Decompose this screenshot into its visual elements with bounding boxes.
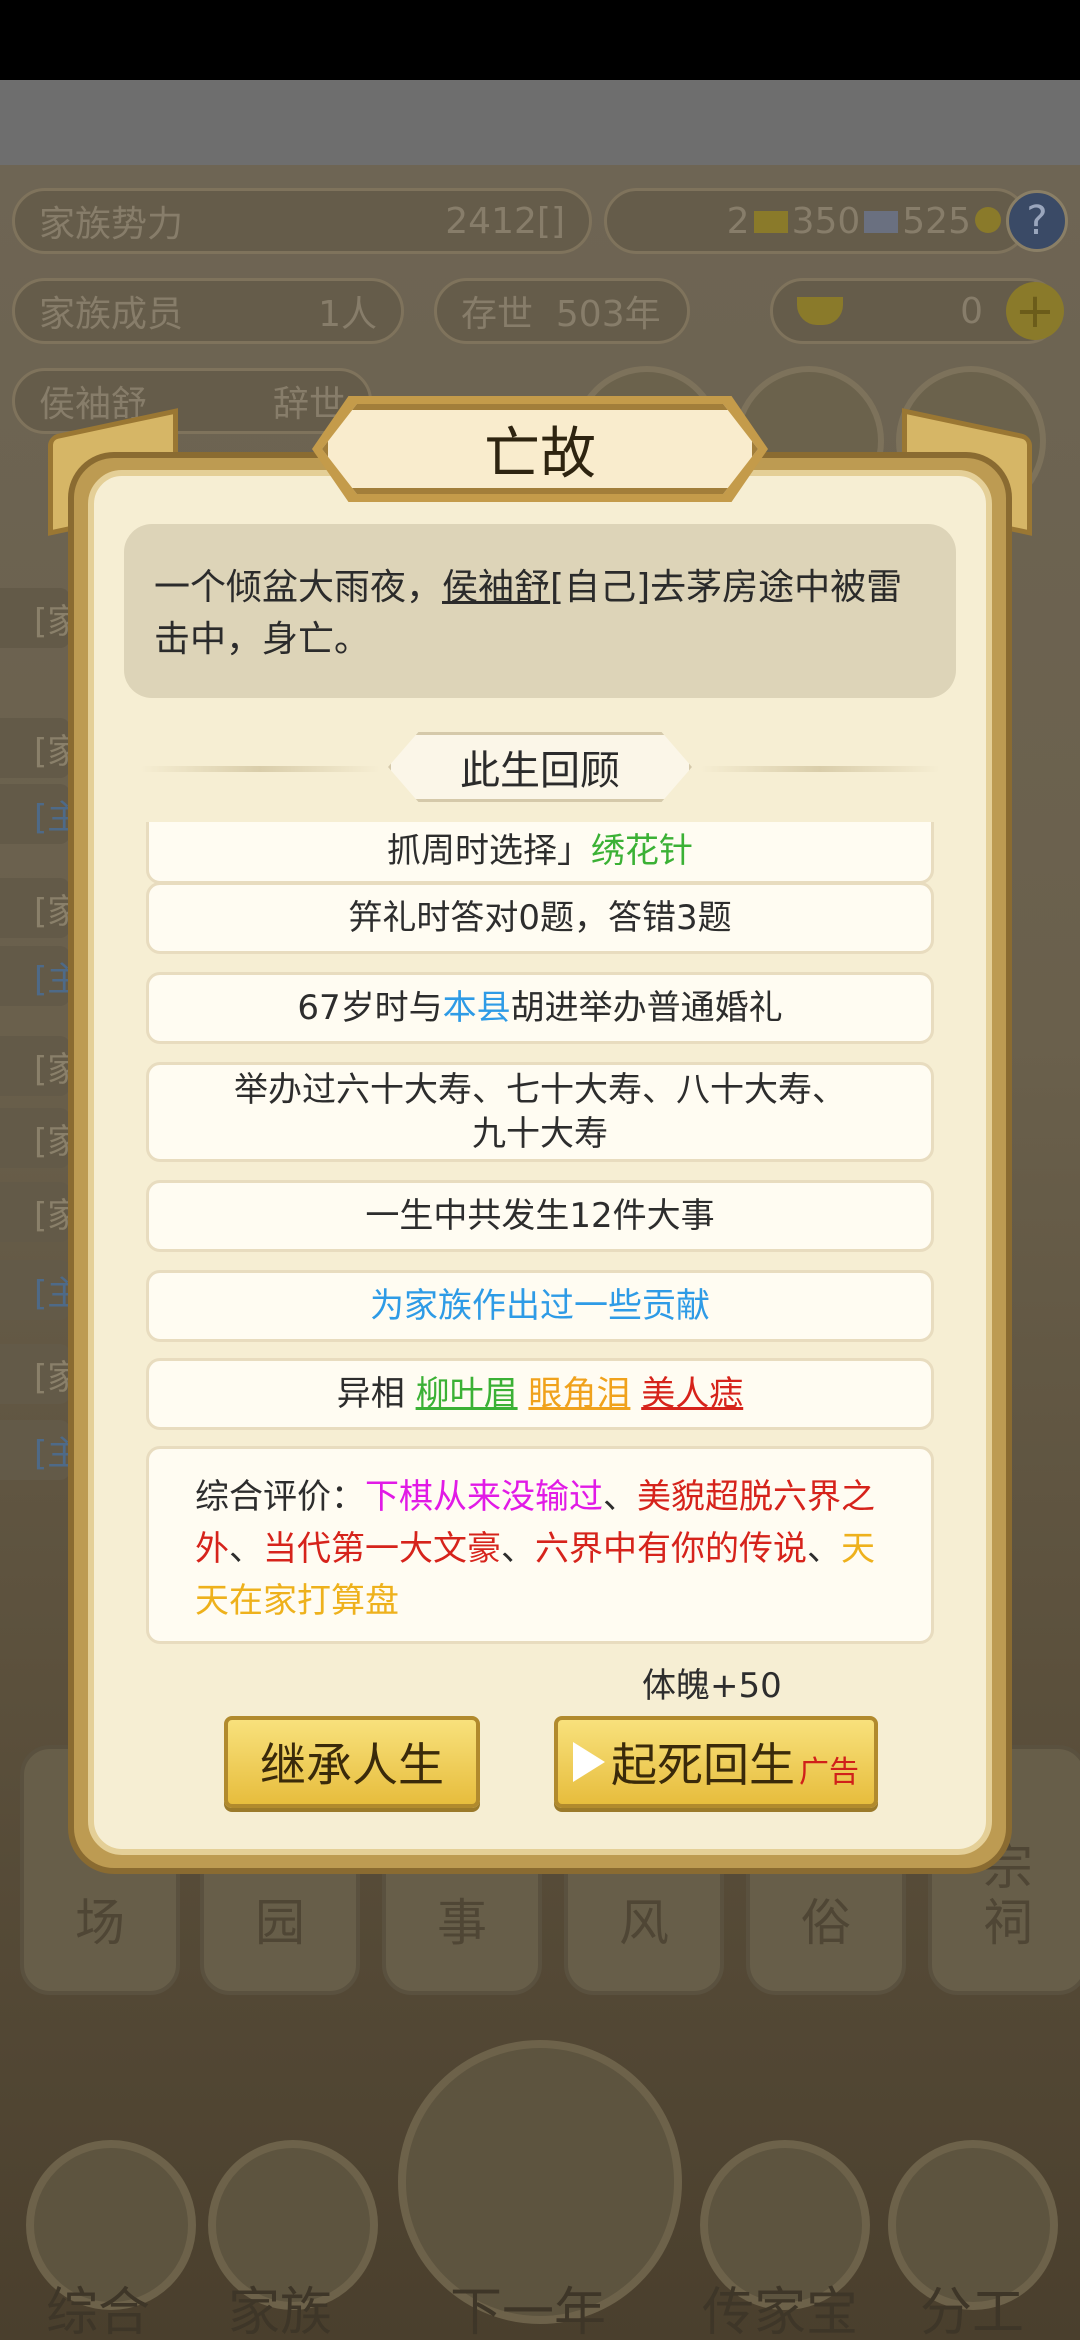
status-bar [0,0,1080,80]
life-review-list[interactable]: 抓周时选择」 绣花针 笄礼时答对0题，答错3题 67岁时与 本县 胡进举办普通婚礼 举… [146,822,936,1644]
exist-label: 存世 [461,294,534,335]
evaluation-label: 综合评价： [195,1477,365,1517]
side-log-tag: [主 [0,1260,81,1320]
item-text: 九十大寿 [472,1114,608,1154]
side-log-tag: [家 [0,1036,81,1096]
coin-icon [975,206,1001,233]
list-item: 笄礼时答对0题，答错3题 [146,882,934,954]
exist-value: 503年 [555,294,661,335]
revive-label: 起死回生 [611,1738,795,1792]
nav-label: 下一年 [450,2283,607,2340]
gold-ingot-icon [797,297,843,325]
side-log-tag: [家 [0,1182,81,1242]
trait-link[interactable]: 柳叶眉 [416,1372,518,1416]
side-log-tag: [家 [0,1108,81,1168]
item-highlight: 绣花针 [591,831,693,871]
death-description: 一个倾盆大雨夜，侯袖舒[自己]去茅房途中被雷击中，身亡。 [124,524,956,698]
section-divider-left [140,766,380,772]
item-text: 胡进举办普通婚礼 [510,988,783,1028]
inherit-life-button[interactable]: 继承人生 [224,1716,480,1808]
evaluation-box: 综合评价：下棋从来没输过、美貌超脱六界之外、当代第一大文豪、六界中有你的传说、天… [146,1446,934,1644]
item-text: 为家族作出过一些贡献 [370,1286,710,1326]
members-pill: 家族成员 1人 [12,278,404,344]
side-log-tag: [家 [0,588,81,648]
list-item: 异相 柳叶眉 眼角泪 美人痣 [146,1358,934,1430]
section-title: 此生回顾 [460,748,620,794]
item-text: 举办过六十大寿、七十大寿、八十大寿、 [234,1070,846,1110]
death-name-link[interactable]: 侯袖舒 [442,567,550,608]
members-label: 家族成员 [39,294,184,335]
nav-label: 综合 [46,2283,151,2340]
revive-bonus-text: 体魄+50 [642,1666,782,1706]
dialog-title: 亡故 [484,421,596,487]
list-item: 一生中共发生12件大事 [146,1180,934,1252]
dialog-title-plate: 亡故 [322,404,758,494]
help-icon[interactable]: ? [1006,190,1068,252]
death-text-prefix: 一个倾盆大雨夜， [154,567,443,608]
list-item: 67岁时与 本县 胡进举办普通婚礼 [146,972,934,1044]
list-item: 为家族作出过一些贡献 [146,1270,934,1342]
play-icon [573,1742,605,1782]
screen: { "top_bar": { "family_power_label": "家族… [0,0,1080,2340]
item-text: 67岁时与 [297,988,443,1028]
inherit-label: 继承人生 [260,1738,444,1792]
item-text: 一生中共发生12件大事 [365,1196,715,1236]
family-power-value: 2412[] [445,200,565,242]
evaluation-sep: 、 [807,1529,841,1569]
evaluation-sep: 、 [229,1529,263,1569]
item-text: 异相 [336,1374,405,1414]
silver-bar-icon [864,210,899,233]
evaluation-sep: 、 [603,1477,637,1517]
add-ingot-button[interactable]: + [1006,282,1064,340]
section-divider-right [700,766,940,772]
list-item: 举办过六十大寿、七十大寿、八十大寿、 九十大寿 [146,1062,934,1162]
family-power-pill: 家族势力 2412[] [12,188,592,254]
evaluation-title: 当代第一大文豪 [263,1529,501,1569]
ad-tag: 广告 [799,1755,859,1790]
trait-link[interactable]: 美人痣 [641,1372,743,1416]
ingot-value: 0 [960,290,983,332]
revive-button[interactable]: 起死回生 广告 [554,1716,878,1808]
item-text: 笄礼时答对0题，答错3题 [348,898,732,938]
evaluation-title: 下棋从来没输过 [365,1477,603,1517]
currency-pill: 2 350 525 [604,188,1028,254]
side-log-tag: [主 [0,946,81,1006]
family-power-label: 家族势力 [39,204,184,245]
nav-label: 传家宝 [702,2283,859,2340]
evaluation-sep: 、 [501,1529,535,1569]
nav-label: 分工 [920,2283,1025,2340]
evaluation-title: 六界中有你的传说 [535,1529,807,1569]
members-value: 1人 [318,294,377,335]
side-log-tag: [主 [0,784,81,844]
item-text: 抓周时选择」 [387,831,591,871]
item-highlight: 本县 [442,988,511,1028]
tile-label-bottom: 风 [619,1894,669,1952]
section-header: 此生回顾 [388,732,692,802]
tile-label-bottom: 俗 [801,1894,851,1952]
gold-bar-icon [753,210,788,233]
side-log-tag: [家 [0,878,81,938]
tile-label-bottom: 事 [437,1894,487,1952]
side-log-tag: [主 [0,1420,81,1480]
nav-label: 家族 [228,2283,333,2340]
tile-label-bottom: 园 [255,1894,305,1952]
currency-values: 2 350 525 [727,201,1001,242]
tile-label-bottom: 祠 [983,1894,1033,1952]
side-log-tag: [家 [0,718,81,778]
tile-label-bottom: 场 [75,1894,125,1952]
list-item: 抓周时选择」 绣花针 [146,822,934,884]
side-log-tag: [家 [0,1344,81,1404]
person-pill: 侯袖舒 辞世 [12,368,372,434]
top-band [0,80,1080,165]
trait-link[interactable]: 眼角泪 [528,1372,630,1416]
exist-pill: 存世 503年 [434,278,690,344]
